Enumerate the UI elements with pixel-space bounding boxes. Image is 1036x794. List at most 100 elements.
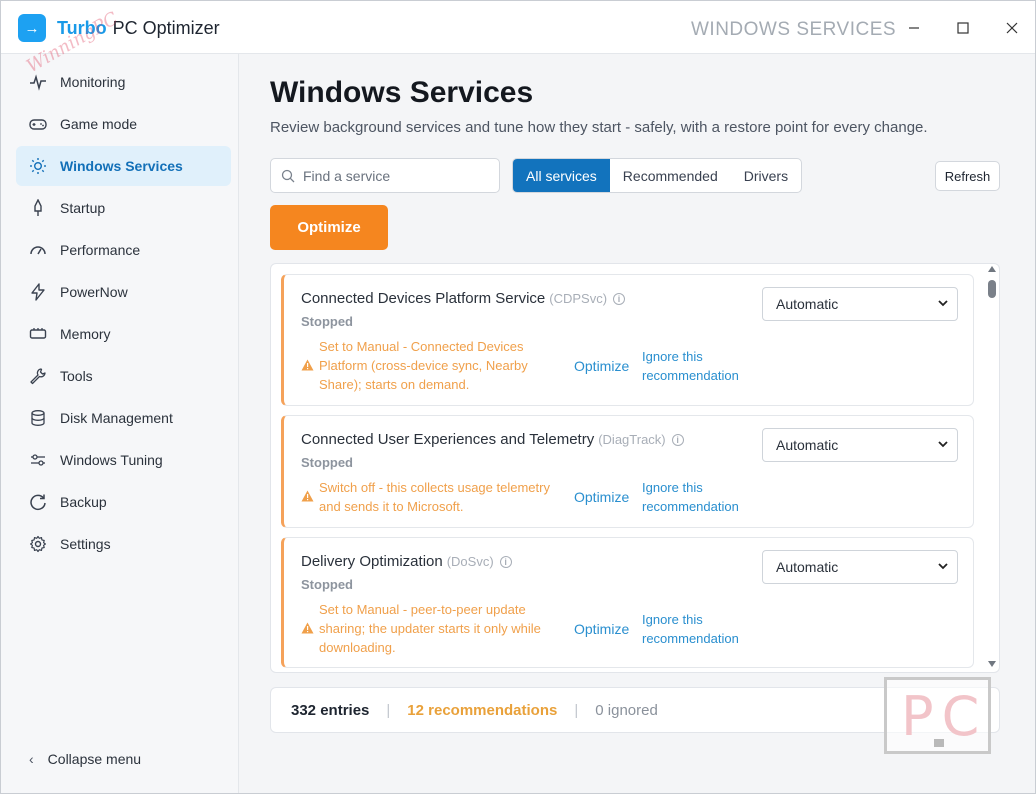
- warning-icon: [301, 622, 314, 634]
- search-box[interactable]: [270, 158, 500, 193]
- sidebar-item-monitoring[interactable]: Monitoring: [16, 62, 231, 102]
- sidebar-item-label: Startup: [60, 200, 106, 216]
- minimize-button[interactable]: [901, 15, 927, 41]
- watermark-letters: PC: [901, 685, 988, 748]
- rocket-icon: [29, 199, 47, 217]
- footer-separator: |: [386, 701, 391, 719]
- chevron-left-icon: ‹: [29, 751, 34, 767]
- service-code: (CDPSvc): [549, 291, 608, 306]
- watermark-dot: [934, 739, 944, 747]
- sidebar-item-powernow[interactable]: PowerNow: [16, 272, 231, 312]
- backup-icon: [29, 493, 47, 511]
- watermark-logo: PC: [884, 677, 991, 754]
- entries-count: 332 entries: [291, 701, 370, 719]
- sidebar-item-label: Disk Management: [60, 410, 173, 426]
- bolt-icon: [29, 283, 47, 301]
- optimize-all-button[interactable]: Optimize: [270, 205, 388, 250]
- chevron-down-icon: [938, 563, 948, 570]
- sidebar-item-label: Game mode: [60, 116, 138, 132]
- sidebar-item-label: Windows Services: [60, 158, 183, 174]
- app-logo-icon: →: [18, 14, 46, 42]
- sidebar-item-windows-services[interactable]: Windows Services: [16, 146, 231, 186]
- sidebar-item-label: PowerNow: [60, 284, 128, 300]
- service-title: Delivery Optimization (DoSvc) i: [301, 553, 512, 570]
- info-icon[interactable]: i: [499, 556, 512, 568]
- pulse-icon: [29, 73, 47, 91]
- scroll-down-icon[interactable]: [988, 661, 996, 667]
- service-name: Delivery Optimization: [301, 553, 443, 570]
- product-name: PC Optimizer: [112, 18, 220, 38]
- service-card: Delivery Optimization (DoSvc) i Stopped Se…: [281, 537, 974, 668]
- collapse-menu-button[interactable]: ‹ Collapse menu: [29, 751, 141, 767]
- sidebar-item-label: Windows Tuning: [60, 452, 163, 468]
- close-button[interactable]: [999, 15, 1025, 41]
- ignore-link[interactable]: Ignore this recommendation: [642, 610, 762, 648]
- close-icon: [1006, 22, 1018, 34]
- section-title: WINDOWS SERVICES: [691, 19, 897, 40]
- wrench-icon: [29, 367, 47, 385]
- startup-type-select[interactable]: Automatic: [762, 428, 958, 462]
- sidebar-item-startup[interactable]: Startup: [16, 188, 231, 228]
- recommendation-text: Set to Manual - Connected Devices Platfo…: [319, 339, 528, 392]
- warning-icon: [301, 490, 314, 502]
- ignore-link[interactable]: Ignore this recommendation: [642, 478, 762, 516]
- sidebar-item-label: Backup: [60, 494, 107, 510]
- sidebar-item-performance[interactable]: Performance: [16, 230, 231, 270]
- gamepad-icon: [29, 115, 47, 133]
- info-icon[interactable]: i: [613, 293, 626, 305]
- list-scrollbar[interactable]: [985, 266, 999, 670]
- filter-tabs: All services Recommended Drivers: [512, 158, 803, 193]
- sidebar-item-windows-tuning[interactable]: Windows Tuning: [16, 440, 231, 480]
- minimize-icon: [909, 27, 919, 29]
- tab-all-services[interactable]: All services: [513, 159, 610, 192]
- recommendations-count[interactable]: 12 recommendations: [407, 702, 557, 719]
- ignored-count[interactable]: 0 ignored: [595, 702, 658, 719]
- refresh-button[interactable]: Refresh: [935, 161, 1000, 191]
- recommendation-text: Switch off - this collects usage telemet…: [319, 480, 550, 514]
- memory-icon: [29, 325, 47, 343]
- startup-type-value: Automatic: [776, 437, 839, 453]
- sidebar-item-label: Settings: [60, 536, 111, 552]
- maximize-icon: [957, 22, 969, 34]
- ignore-link[interactable]: Ignore this recommendation: [642, 347, 762, 385]
- page-title: Windows Services: [270, 76, 534, 109]
- sidebar-item-tools[interactable]: Tools: [16, 356, 231, 396]
- sun-icon: [29, 157, 47, 175]
- startup-type-select[interactable]: Automatic: [762, 550, 958, 584]
- startup-type-value: Automatic: [776, 559, 839, 575]
- sidebar-item-backup[interactable]: Backup: [16, 482, 231, 522]
- sidebar-item-label: Monitoring: [60, 74, 126, 90]
- sidebar-item-label: Tools: [60, 368, 93, 384]
- startup-type-value: Automatic: [776, 296, 839, 312]
- sidebar-item-game-mode[interactable]: Game mode: [16, 104, 231, 144]
- service-name: Connected Devices Platform Service: [301, 290, 546, 307]
- service-title: Connected Devices Platform Service (CDPSv…: [301, 290, 626, 307]
- database-icon: [29, 409, 47, 427]
- optimize-link[interactable]: Optimize: [574, 621, 629, 637]
- recommendation-text: Set to Manual - peer-to-peer update shar…: [319, 602, 541, 655]
- service-code: (DoSvc): [446, 554, 494, 569]
- tab-recommended[interactable]: Recommended: [610, 159, 731, 192]
- tab-drivers[interactable]: Drivers: [731, 159, 801, 192]
- sidebar-item-settings[interactable]: Settings: [16, 524, 231, 564]
- optimize-link[interactable]: Optimize: [574, 358, 629, 374]
- sidebar: WinningPC Monitoring Game mode Windows S…: [1, 8, 239, 793]
- service-status: Stopped: [301, 577, 353, 592]
- title-bar: → Turbo PC Optimizer WINDOWS SERVICES: [1, 1, 1035, 54]
- sidebar-item-memory[interactable]: Memory: [16, 314, 231, 354]
- app-window: → Turbo PC Optimizer WINDOWS SERVICES Win…: [0, 0, 1036, 794]
- chevron-down-icon: [938, 441, 948, 448]
- scroll-up-icon[interactable]: [988, 266, 996, 272]
- startup-type-select[interactable]: Automatic: [762, 287, 958, 321]
- info-icon[interactable]: i: [671, 434, 684, 446]
- sidebar-item-disk-management[interactable]: Disk Management: [16, 398, 231, 438]
- scroll-thumb[interactable]: [988, 280, 996, 298]
- collapse-menu-label: Collapse menu: [47, 751, 142, 767]
- service-code: (DiagTrack): [598, 432, 666, 447]
- sidebar-item-label: Performance: [60, 242, 141, 258]
- sliders-icon: [29, 451, 47, 469]
- search-input[interactable]: [303, 167, 488, 184]
- optimize-link[interactable]: Optimize: [574, 489, 629, 505]
- footer-separator: |: [574, 701, 579, 719]
- maximize-button[interactable]: [950, 15, 976, 41]
